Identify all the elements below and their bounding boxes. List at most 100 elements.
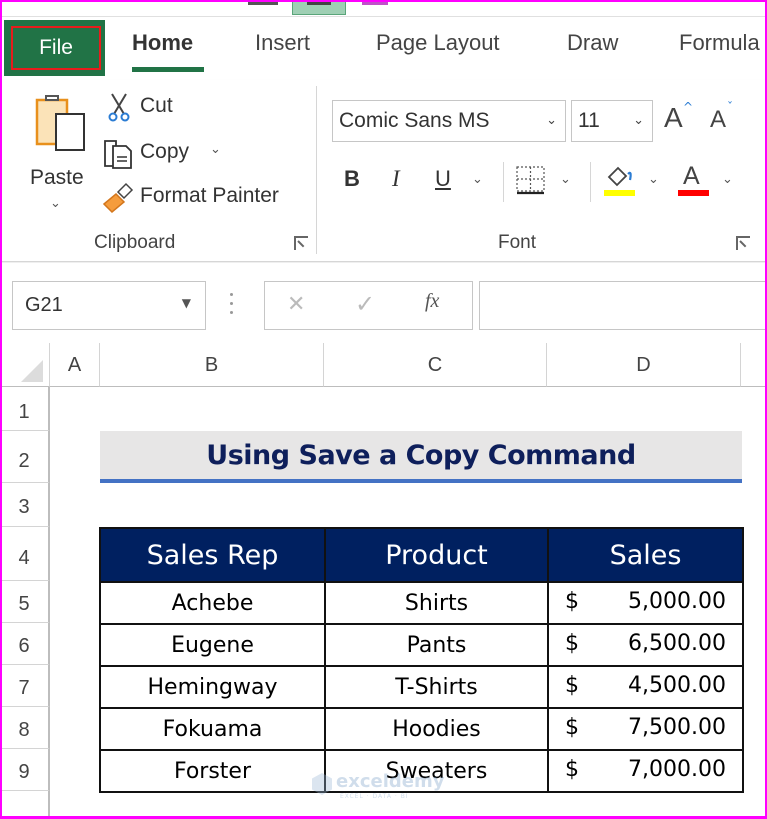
table-row: Achebe Shirts $5,000.00: [99, 581, 744, 625]
column-header-d[interactable]: D: [547, 343, 741, 387]
watermark-tagline: EXCEL · DATA · BI: [340, 793, 409, 800]
row-header-2[interactable]: 2: [0, 431, 50, 483]
font-name-value: Comic Sans MS: [339, 109, 490, 132]
watermark-name: exceldemy: [336, 771, 445, 792]
font-color-icon: A: [683, 162, 700, 190]
paste-button[interactable]: Paste ⌄: [28, 88, 90, 218]
cell-sales[interactable]: $7,000.00: [547, 749, 744, 793]
fill-color-dropdown-icon[interactable]: ⌄: [648, 172, 659, 187]
amount: 5,000.00: [628, 589, 726, 614]
cell-product[interactable]: Hoodies: [324, 707, 549, 751]
row-header-1[interactable]: 1: [0, 387, 50, 431]
currency-symbol: $: [565, 757, 579, 782]
cell-product[interactable]: Shirts: [324, 581, 549, 625]
sheet-title[interactable]: Using Save a Copy Command: [100, 431, 742, 483]
copy-button[interactable]: Copy ⌄: [102, 136, 232, 172]
formula-bar: G21 ▼ ✕ ✓ fx: [0, 263, 767, 343]
header-product[interactable]: Product: [324, 527, 549, 583]
font-dialog-launcher-icon[interactable]: [736, 236, 750, 250]
toolbar-icon[interactable]: [248, 2, 278, 5]
font-color-button[interactable]: A: [678, 162, 712, 198]
borders-dropdown-icon[interactable]: ⌄: [560, 172, 571, 187]
formula-input[interactable]: [479, 281, 767, 330]
cell-sales-rep[interactable]: Hemingway: [99, 665, 326, 709]
tab-formulas[interactable]: Formula: [679, 30, 760, 56]
row-header-5[interactable]: 5: [0, 581, 50, 623]
caret-up-icon: ^: [683, 100, 694, 114]
toolbar-icon-active[interactable]: [292, 0, 346, 15]
copy-dropdown-icon[interactable]: ⌄: [210, 142, 221, 157]
name-box-value: G21: [25, 294, 63, 316]
cell-sales[interactable]: $7,500.00: [547, 707, 744, 751]
paste-label: Paste: [30, 166, 84, 189]
shrink-font-icon: A: [710, 106, 727, 133]
fill-color-button[interactable]: [604, 164, 638, 198]
column-header-b[interactable]: B: [100, 343, 324, 387]
column-header-c[interactable]: C: [324, 343, 547, 387]
name-box[interactable]: G21 ▼: [12, 281, 206, 330]
row-header-8[interactable]: 8: [0, 707, 50, 749]
header-sales-rep[interactable]: Sales Rep: [99, 527, 326, 583]
column-header-e[interactable]: [741, 343, 767, 387]
font-size-dropdown[interactable]: 11 ⌄: [571, 100, 653, 142]
format-painter-button[interactable]: Format Painter: [102, 180, 302, 216]
row-header-6[interactable]: 6: [0, 623, 50, 665]
cancel-icon[interactable]: ✕: [287, 292, 305, 317]
font-size-value: 11: [578, 109, 600, 132]
bold-button[interactable]: B: [344, 166, 360, 192]
tab-page-layout[interactable]: Page Layout: [376, 30, 500, 56]
tab-file[interactable]: File: [4, 20, 105, 76]
underline-button[interactable]: U: [435, 166, 451, 192]
cell-sales-rep[interactable]: Achebe: [99, 581, 326, 625]
ribbon-home: Paste ⌄ Cut Copy ⌄ Format Painter Clipbo…: [0, 80, 767, 262]
underline-dropdown-icon[interactable]: ⌄: [472, 172, 483, 187]
chevron-down-icon: ⌄: [546, 113, 557, 128]
font-color-dropdown-icon[interactable]: ⌄: [722, 172, 733, 187]
copy-label: Copy: [140, 140, 190, 163]
clipboard-dialog-launcher-icon[interactable]: [294, 236, 308, 250]
enter-icon[interactable]: ✓: [355, 290, 375, 318]
font-group-label: Font: [498, 232, 537, 253]
caret-down-icon: ˇ: [727, 100, 733, 114]
tab-file-label: File: [11, 26, 101, 70]
tab-home[interactable]: Home: [132, 30, 193, 56]
copy-icon: [104, 140, 132, 169]
scissors-icon: [108, 93, 130, 122]
amount: 7,500.00: [628, 715, 726, 740]
font-name-dropdown[interactable]: Comic Sans MS ⌄: [332, 100, 566, 142]
increase-font-size-button[interactable]: A ^: [664, 100, 696, 136]
cell-product[interactable]: T-Shirts: [324, 665, 549, 709]
column-header-a[interactable]: A: [50, 343, 100, 387]
table-row: Hemingway T-Shirts $4,500.00: [99, 665, 744, 709]
tab-draw[interactable]: Draw: [567, 30, 618, 56]
borders-button[interactable]: [516, 166, 548, 196]
cell-sales-rep[interactable]: Fokuama: [99, 707, 326, 751]
cell-sales-rep[interactable]: Eugene: [99, 623, 326, 667]
worksheet-grid: A B C D 1 2 3 4 5 6 7 8 9 Using Save a C…: [0, 343, 767, 819]
header-sales[interactable]: Sales: [547, 527, 744, 583]
font-color-swatch: [678, 190, 709, 196]
select-all-button[interactable]: [0, 343, 50, 387]
cell-sales-rep[interactable]: Forster: [99, 749, 326, 793]
cell-sales[interactable]: $4,500.00: [547, 665, 744, 709]
cell-product[interactable]: Pants: [324, 623, 549, 667]
paste-dropdown-icon[interactable]: ⌄: [50, 196, 61, 211]
chevron-down-icon: ⌄: [633, 113, 644, 128]
table-header-row: Sales Rep Product Sales: [99, 527, 744, 583]
cell-sales[interactable]: $5,000.00: [547, 581, 744, 625]
cell-sales[interactable]: $6,500.00: [547, 623, 744, 667]
fill-color-swatch: [604, 190, 635, 196]
formula-bar-resize-handle[interactable]: [230, 293, 234, 319]
row-header-3[interactable]: 3: [0, 483, 50, 527]
insert-function-icon[interactable]: fx: [425, 290, 439, 313]
row-header-7[interactable]: 7: [0, 665, 50, 707]
decrease-font-size-button[interactable]: A ˇ: [710, 100, 742, 138]
italic-button[interactable]: I: [392, 166, 400, 192]
row-header-9[interactable]: 9: [0, 749, 50, 791]
row-header-10[interactable]: [0, 791, 50, 819]
row-header-4[interactable]: 4: [0, 527, 50, 581]
cut-button[interactable]: Cut: [104, 90, 184, 124]
tab-insert[interactable]: Insert: [255, 30, 310, 56]
currency-symbol: $: [565, 631, 579, 656]
toolbar-icon[interactable]: [362, 2, 388, 5]
